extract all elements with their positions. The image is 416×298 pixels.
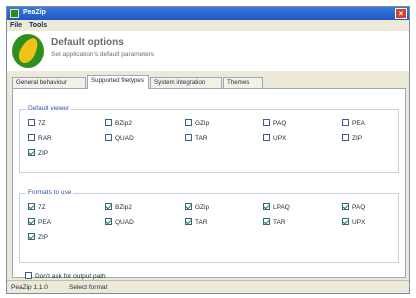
format-option-tar[interactable]: TAR xyxy=(263,218,286,228)
format-option-bzip2[interactable]: BZip2 xyxy=(105,203,132,213)
format-option-quad[interactable]: QUAD xyxy=(105,134,134,144)
checkbox-icon[interactable] xyxy=(185,218,192,225)
format-option-paq[interactable]: PAQ xyxy=(263,119,286,129)
format-option-zip[interactable]: ZIP xyxy=(28,233,48,243)
format-option-gzip[interactable]: GZip xyxy=(185,119,209,129)
checkbox-icon[interactable] xyxy=(342,119,349,126)
checkbox-icon[interactable] xyxy=(28,233,35,240)
checkbox-icon[interactable] xyxy=(263,203,270,210)
option-label: GZip xyxy=(195,204,210,211)
option-label: ZIP xyxy=(38,234,49,241)
option-label: BZip2 xyxy=(115,204,132,211)
format-option-zip[interactable]: ZIP xyxy=(28,149,48,159)
checkbox-icon[interactable] xyxy=(28,203,35,210)
option-label: TAR xyxy=(195,219,208,226)
format-option-bzip2[interactable]: BZip2 xyxy=(105,119,132,129)
format-option-zip[interactable]: ZIP xyxy=(342,134,362,144)
option-label: QUAD xyxy=(115,219,134,226)
tab-strip: General behaviour Supported filetypes Sy… xyxy=(12,75,409,89)
option-label: PEA xyxy=(38,219,52,226)
option-label: 7Z xyxy=(38,120,46,127)
option-label: PEA xyxy=(352,120,366,127)
format-option-7z[interactable]: 7Z xyxy=(28,203,46,213)
format-option-tar[interactable]: TAR xyxy=(185,218,208,228)
menu-file[interactable]: File xyxy=(10,22,22,29)
checkbox-icon[interactable] xyxy=(105,119,112,126)
format-option-gzip[interactable]: GZip xyxy=(185,203,209,213)
formats-group: Formats to use 7Z BZip2 GZip LPAQ PAQ PEA QUAD… xyxy=(19,189,399,263)
app-icon xyxy=(10,9,19,18)
option-label: TAR xyxy=(273,219,286,226)
checkbox-icon[interactable] xyxy=(28,119,35,126)
option-label: UPX xyxy=(352,219,366,226)
menu-tools[interactable]: Tools xyxy=(29,22,47,29)
format-option-pea[interactable]: PEA xyxy=(28,218,51,228)
checkbox-icon[interactable] xyxy=(342,218,349,225)
checkbox-icon[interactable] xyxy=(342,134,349,141)
tab-system-integration[interactable]: System integration xyxy=(150,77,222,88)
group-label: Formats to use xyxy=(26,189,74,196)
checkbox-label: Don't ask for output path xyxy=(35,273,106,280)
tab-themes[interactable]: Themes xyxy=(223,77,263,88)
checkbox-icon[interactable] xyxy=(28,134,35,141)
option-label: QUAD xyxy=(115,135,134,142)
settings-panel: Default viewer 7Z BZip2 GZip PAQ PEA RAR QUAD T… xyxy=(12,88,406,280)
format-option-tar[interactable]: TAR xyxy=(185,134,208,144)
format-option-lpaq[interactable]: LPAQ xyxy=(263,203,290,213)
close-icon[interactable]: × xyxy=(395,8,407,19)
checkbox-icon[interactable] xyxy=(185,119,192,126)
group-label: Default viewer xyxy=(26,105,72,112)
app-window: PeaZip × File Tools Default options Set … xyxy=(6,6,410,294)
checkbox-icon[interactable] xyxy=(28,218,35,225)
option-label: ZIP xyxy=(38,150,49,157)
tab-supported-filetypes[interactable]: Supported filetypes xyxy=(87,75,149,89)
option-label: PAQ xyxy=(273,120,287,127)
option-label: ZIP xyxy=(352,135,363,142)
header-banner: Default options Set application's defaul… xyxy=(7,31,409,71)
checkbox-icon[interactable] xyxy=(105,203,112,210)
window-title: PeaZip xyxy=(23,9,46,16)
format-option-upx[interactable]: UPX xyxy=(342,218,365,228)
format-option-upx[interactable]: UPX xyxy=(263,134,286,144)
page-title: Default options xyxy=(51,37,124,48)
option-label: TAR xyxy=(195,135,208,142)
option-label: 7Z xyxy=(38,204,46,211)
status-version: PeaZip 1.1.0 xyxy=(11,284,48,291)
option-label: BZip2 xyxy=(115,120,132,127)
dont-ask-output-path-checkbox[interactable]: Don't ask for output path xyxy=(25,272,106,280)
status-bar: PeaZip 1.1.0 Select format xyxy=(7,280,409,293)
option-label: RAR xyxy=(38,135,52,142)
checkbox-icon[interactable] xyxy=(185,134,192,141)
checkbox-icon[interactable] xyxy=(28,149,35,156)
title-bar: PeaZip × xyxy=(7,7,409,20)
option-label: GZip xyxy=(195,120,210,127)
peazip-logo-icon xyxy=(12,34,44,68)
status-message: Select format xyxy=(69,284,108,291)
checkbox-icon[interactable] xyxy=(105,134,112,141)
format-option-pea[interactable]: PEA xyxy=(342,119,365,129)
checkbox-icon[interactable] xyxy=(25,272,32,279)
option-label: PAQ xyxy=(352,204,366,211)
checkbox-icon[interactable] xyxy=(105,218,112,225)
format-option-7z[interactable]: 7Z xyxy=(28,119,46,129)
menu-bar: File Tools xyxy=(7,20,409,31)
option-label: UPX xyxy=(273,135,287,142)
option-label: LPAQ xyxy=(273,204,290,211)
format-option-quad[interactable]: QUAD xyxy=(105,218,134,228)
checkbox-icon[interactable] xyxy=(263,119,270,126)
default-viewer-group: Default viewer 7Z BZip2 GZip PAQ PEA RAR QUAD T… xyxy=(19,105,399,173)
checkbox-icon[interactable] xyxy=(263,218,270,225)
checkbox-icon[interactable] xyxy=(185,203,192,210)
format-option-paq[interactable]: PAQ xyxy=(342,203,365,213)
page-subtitle: Set application's default parameters xyxy=(51,51,155,58)
checkbox-icon[interactable] xyxy=(263,134,270,141)
tab-general-behaviour[interactable]: General behaviour xyxy=(12,77,86,88)
checkbox-icon[interactable] xyxy=(342,203,349,210)
format-option-rar[interactable]: RAR xyxy=(28,134,52,144)
